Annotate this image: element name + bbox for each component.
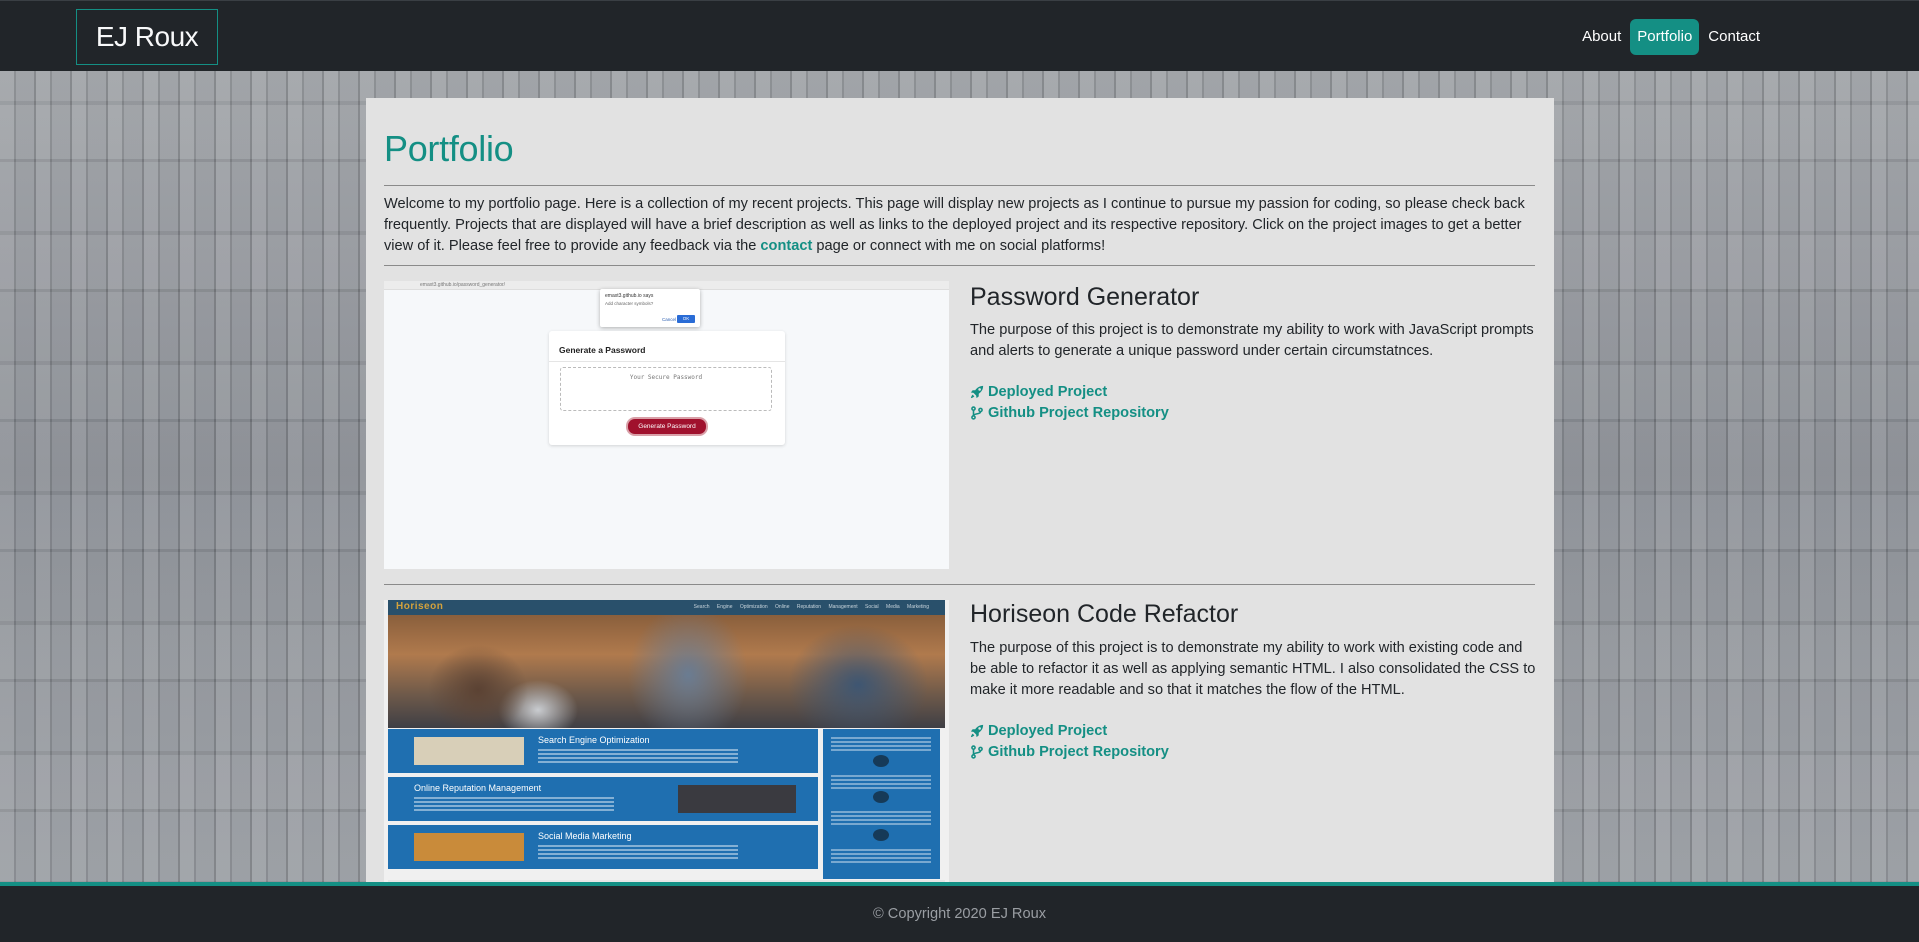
section-text xyxy=(414,797,614,811)
section-text xyxy=(538,749,738,763)
project-description: The purpose of this project is to demons… xyxy=(970,322,1534,359)
sidebar-icon xyxy=(873,755,889,767)
alert-text: Add character symbols? xyxy=(605,301,654,306)
horiseon-section-smm: Social Media Marketing xyxy=(388,825,818,869)
section-title: Social Media Marketing xyxy=(538,831,632,841)
alert-dialog: emaxt3.github.io says Add character symb… xyxy=(600,289,700,327)
sidebar-icon xyxy=(873,791,889,803)
intro-text-end: page or connect with me on social platfo… xyxy=(812,238,1106,254)
section-image xyxy=(414,833,524,861)
password-textarea: Your Secure Password xyxy=(560,367,772,411)
deployed-project-link[interactable]: Deployed Project xyxy=(970,384,1107,400)
section-image xyxy=(414,737,524,765)
section-title: Search Engine Optimization xyxy=(538,735,650,745)
section-image xyxy=(678,785,796,813)
alert-ok: OK xyxy=(677,315,695,323)
nav-about[interactable]: About xyxy=(1575,19,1628,55)
card-divider xyxy=(549,361,785,362)
code-branch-icon xyxy=(971,406,983,420)
rocket-icon xyxy=(970,385,984,399)
horiseon-section-orm: Online Reputation Management xyxy=(388,777,818,821)
code-branch-icon xyxy=(971,745,983,759)
intro-divider xyxy=(384,265,1535,266)
nav-links: About Portfolio Contact xyxy=(1573,19,1767,55)
project-divider xyxy=(384,584,1535,585)
project-description: The purpose of this project is to demons… xyxy=(970,640,1536,698)
intro-paragraph: Welcome to my portfolio page. Here is a … xyxy=(384,194,1538,257)
contact-link[interactable]: contact xyxy=(760,238,812,254)
horiseon-screenshot[interactable]: Horiseon Search Engine Optimization Onli… xyxy=(384,600,949,882)
browser-url: emaxt3.github.io/password_generator/ xyxy=(420,282,506,288)
generator-card: Generate a Password Your Secure Password… xyxy=(549,331,785,445)
page-title: Portfolio xyxy=(384,128,514,169)
password-generator-screenshot[interactable]: emaxt3.github.io/password_generator/ ema… xyxy=(384,281,949,569)
horiseon-logo: Horiseon xyxy=(396,601,444,612)
horiseon-page: Horiseon Search Engine Optimization Onli… xyxy=(388,600,945,882)
github-repo-link[interactable]: Github Project Repository xyxy=(970,405,1169,421)
horiseon-sidebar xyxy=(823,729,940,879)
generator-heading: Generate a Password xyxy=(559,345,646,355)
alert-title: emaxt3.github.io says xyxy=(605,293,654,299)
horiseon-nav: Search Engine Optimization Online Reputa… xyxy=(693,604,929,610)
section-text xyxy=(538,845,738,859)
horiseon-header: Horiseon Search Engine Optimization Onli… xyxy=(388,600,945,615)
alert-cancel: Cancel xyxy=(661,317,676,322)
portfolio-card: Portfolio Welcome to my portfolio page. … xyxy=(366,98,1554,882)
project-title: Password Generator xyxy=(970,283,1200,311)
section-title: Online Reputation Management xyxy=(414,783,542,793)
sidebar-icon xyxy=(873,829,889,841)
generate-button: Generate Password xyxy=(628,419,706,434)
footer: © Copyright 2020 EJ Roux xyxy=(0,882,1919,942)
nav-contact[interactable]: Contact xyxy=(1701,19,1767,55)
horiseon-hero-image xyxy=(388,615,945,728)
navbar: EJ Roux About Portfolio Contact xyxy=(0,0,1919,71)
rocket-icon xyxy=(970,724,984,738)
deployed-project-link[interactable]: Deployed Project xyxy=(970,723,1107,739)
project-title: Horiseon Code Refactor xyxy=(970,600,1239,628)
github-repo-link[interactable]: Github Project Repository xyxy=(970,744,1169,760)
title-divider xyxy=(384,185,1535,186)
horiseon-section-seo: Search Engine Optimization xyxy=(388,729,818,773)
nav-portfolio[interactable]: Portfolio xyxy=(1630,19,1700,55)
copyright-text: © Copyright 2020 EJ Roux xyxy=(873,906,1046,922)
brand-logo[interactable]: EJ Roux xyxy=(76,9,218,65)
